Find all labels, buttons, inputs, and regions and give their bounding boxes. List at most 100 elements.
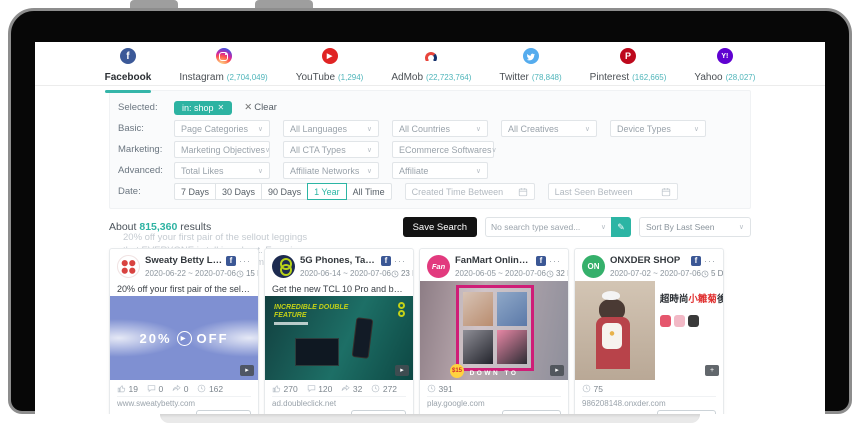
ellipsis-menu[interactable]: ···	[394, 256, 406, 266]
page-title[interactable]: 5G Phones, Tablets & SIMs | ...	[300, 255, 378, 266]
clock-icon	[236, 270, 244, 278]
chevron-down-icon: ∨	[367, 146, 372, 154]
share-icon	[172, 384, 181, 393]
dropdown-page-categories[interactable]: Page Categories∨	[174, 120, 270, 137]
tab-instagram[interactable]: Instagram (2,704,049)	[179, 48, 267, 86]
date-30-days[interactable]: 30 Days	[215, 183, 262, 200]
dropdown-affiliate[interactable]: Affiliate∨	[392, 162, 488, 179]
tab-label: Instagram	[179, 72, 223, 83]
selected-label: Selected:	[118, 102, 174, 113]
dropdown-affiliate-networks[interactable]: Affiliate Networks∨	[283, 162, 379, 179]
dropdown-device-types[interactable]: Device Types∨	[610, 120, 706, 137]
tab-youtube[interactable]: ▶ YouTube(1,294)	[296, 48, 364, 86]
tab-label: Twitter	[499, 72, 528, 83]
chip-remove-icon[interactable]: ✕	[218, 103, 225, 112]
share-icon	[341, 384, 350, 393]
dropdown-total-likes[interactable]: Total Likes∨	[174, 162, 270, 179]
dropdown-cta-types[interactable]: All CTA Types∨	[283, 141, 379, 158]
date-90-days[interactable]: 90 Days	[261, 183, 308, 200]
page-title[interactable]: Sweaty Betty London | Wom...	[145, 255, 223, 266]
marketing-row: Marketing: Marketing Objectives∨ All CTA…	[118, 140, 742, 159]
tab-facebook[interactable]: f Facebook	[105, 48, 152, 86]
clock-icon	[546, 270, 554, 278]
ellipsis-menu[interactable]: ···	[239, 256, 251, 266]
facebook-icon: f	[120, 48, 136, 64]
tab-count: (28,027)	[726, 73, 756, 82]
date-range: 2020-07-02 ~ 2020-07-06	[610, 269, 701, 278]
results-grid: 20% off your first pair of the sellout l…	[109, 248, 751, 414]
sort-dropdown[interactable]: Sort By Last Seen ∨	[639, 217, 751, 237]
clock-icon	[582, 384, 591, 393]
video-badge-icon: ▸	[395, 365, 409, 376]
ad-domain[interactable]: www.sweatybetty.com	[117, 396, 251, 408]
comment-icon	[147, 384, 156, 393]
basic-label: Basic:	[118, 123, 174, 134]
ad-domain[interactable]: ad.doubleclick.net	[272, 396, 406, 408]
date-range: 2020-06-22 ~ 2020-07-06	[145, 269, 236, 278]
clock-icon	[371, 384, 380, 393]
date-all-time[interactable]: All Time	[346, 183, 392, 200]
chevron-down-icon: ∨	[694, 125, 699, 133]
dropdown-languages[interactable]: All Languages∨	[283, 120, 379, 137]
tab-count: (1,294)	[338, 73, 363, 82]
date-7-days[interactable]: 7 Days	[174, 183, 216, 200]
ad-text: 20% off your first pair of the sellout l…	[110, 281, 258, 296]
ad-creative-image[interactable]: INCREDIBLE DOUBLE FEATURE ▸	[265, 296, 413, 380]
clock-icon	[391, 270, 399, 278]
facebook-icon: f	[691, 256, 701, 266]
instagram-icon	[216, 48, 232, 64]
clear-filters-button[interactable]: ✕Clear	[244, 102, 277, 113]
pencil-icon: ✎	[617, 222, 625, 233]
chevron-down-icon: ∨	[601, 223, 606, 231]
dropdown-marketing-objectives[interactable]: Marketing Objectives∨	[174, 141, 270, 158]
avatar: ON	[582, 255, 605, 278]
ad-card: ON ONXDER SHOP f ··· 2020-07-02 ~ 2020-0…	[574, 248, 724, 414]
ad-text: Get the new TCL 10 Pro and bag a free TC…	[265, 281, 413, 296]
tab-pinterest[interactable]: P Pinterest(162,665)	[590, 48, 667, 86]
results-actions: Save Search No search type saved... ∨ ✎ …	[403, 217, 751, 237]
play-icon: ▶	[177, 331, 192, 346]
calendar-icon	[661, 187, 671, 197]
tab-admob[interactable]: AdMob(22,723,764)	[391, 48, 471, 86]
ad-creative-image[interactable]: $15 DOWN TO ▸	[420, 281, 568, 380]
clock-icon	[427, 384, 436, 393]
ad-domain[interactable]: play.google.com	[427, 396, 561, 408]
save-search-button[interactable]: Save Search	[403, 217, 477, 237]
video-badge-icon: ▸	[550, 365, 564, 376]
dropdown-countries[interactable]: All Countries∨	[392, 120, 488, 137]
avatar	[272, 255, 295, 278]
edit-saved-search-button[interactable]: ✎	[611, 217, 631, 237]
tab-twitter[interactable]: Twitter(78,848)	[499, 48, 561, 86]
chevron-down-icon: ∨	[585, 125, 590, 133]
dropdown-ecommerce-softwares[interactable]: ECommerce Softwares∨	[392, 141, 494, 158]
chevron-down-icon: ∨	[476, 125, 481, 133]
page-title[interactable]: FanMart Online Shopping - F...	[455, 255, 533, 266]
date-1-year[interactable]: 1 Year	[307, 183, 347, 200]
ellipsis-menu[interactable]: ···	[704, 256, 716, 266]
created-time-input[interactable]: Created Time Between	[405, 183, 535, 200]
selected-filter-chip[interactable]: in: shop ✕	[174, 101, 232, 115]
tab-label: YouTube	[296, 72, 335, 83]
avatar: Fan	[427, 255, 450, 278]
ad-creative-image[interactable]: 超時尚小雛菊後背包 +	[575, 281, 723, 380]
ellipsis-menu[interactable]: ···	[549, 256, 561, 266]
youtube-icon: ▶	[322, 48, 338, 64]
last-seen-input[interactable]: Last Seen Between	[548, 183, 678, 200]
chevron-down-icon: ∨	[265, 146, 270, 154]
page-title[interactable]: ONXDER SHOP	[610, 255, 688, 266]
dropdown-creatives[interactable]: All Creatives∨	[501, 120, 597, 137]
chevron-down-icon: ∨	[367, 167, 372, 175]
ad-domain[interactable]: 986208148.onxder.com	[582, 396, 716, 408]
ad-card: Sweaty Betty London | Wom... f ··· 2020-…	[109, 248, 259, 414]
tab-yahoo[interactable]: Y! Yahoo(28,027)	[694, 48, 755, 86]
saved-search-dropdown[interactable]: No search type saved... ∨	[485, 217, 611, 237]
selected-row: Selected: in: shop ✕ ✕Clear	[118, 98, 742, 117]
duration: 5 Days	[711, 269, 724, 278]
tab-count: (2,704,049)	[227, 73, 268, 82]
ad-creative-image[interactable]: 20% ▶ OFF ▸	[110, 296, 258, 380]
duration: 32 Days	[556, 269, 569, 278]
facebook-icon: f	[536, 256, 546, 266]
stats-row: 19 0 0 162	[110, 380, 258, 394]
chevron-down-icon: ∨	[739, 223, 744, 231]
date-label: Date:	[118, 186, 174, 197]
